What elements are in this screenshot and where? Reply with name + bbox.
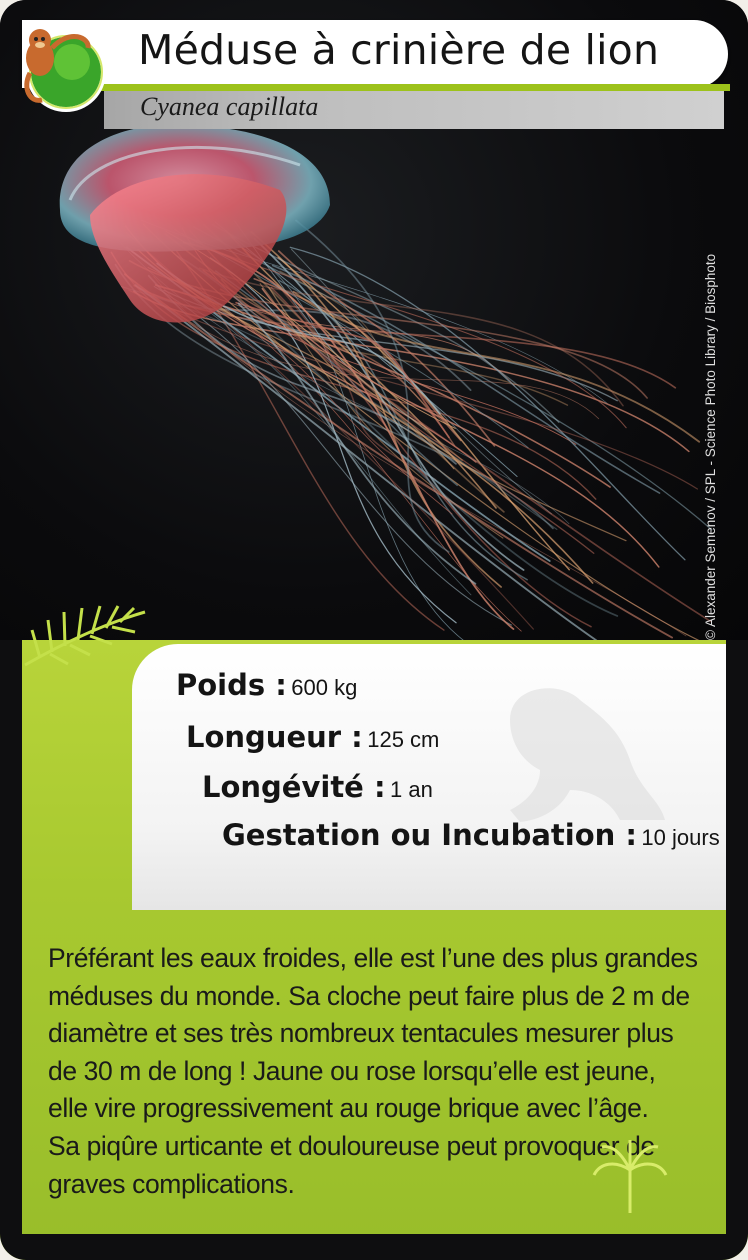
stat-longueur-label: Longueur : bbox=[186, 720, 363, 754]
monkey-globe-icon bbox=[24, 29, 106, 112]
stat-longevite: Longévité : 1 an bbox=[202, 770, 433, 804]
tentacle-stroke bbox=[253, 237, 525, 571]
scientific-name: Cyanea capillata bbox=[140, 92, 319, 121]
stat-longevite-label: Longévité : bbox=[202, 770, 386, 804]
tentacle-stroke bbox=[219, 288, 712, 623]
stat-longevite-value: 1 an bbox=[390, 777, 433, 802]
stat-longueur-value: 125 cm bbox=[367, 727, 440, 752]
stat-poids-label: Poids : bbox=[176, 668, 287, 702]
palm-tree-icon bbox=[592, 1140, 668, 1213]
stat-longueur: Longueur : 125 cm bbox=[186, 720, 439, 754]
frog-silhouette-icon bbox=[510, 688, 665, 822]
description-line: elle vire progressivement au rouge briqu… bbox=[48, 1093, 649, 1124]
description-line: de 30 m de long ! Jaune ou rose lorsqu’e… bbox=[48, 1055, 656, 1086]
stat-poids: Poids : 600 kg bbox=[176, 668, 357, 702]
tentacle-stroke bbox=[271, 264, 661, 494]
description-line: diamètre et ses très nombreux tentacules… bbox=[48, 1018, 674, 1049]
stat-gestation-value: 10 jours bbox=[641, 825, 720, 850]
description-line: Préférant les eaux froides, elle est l’u… bbox=[48, 943, 698, 973]
palm-leaf-icon bbox=[24, 605, 146, 667]
stat-gestation-label: Gestation ou Incubation : bbox=[222, 818, 637, 852]
animal-card: Méduse à crinière de lion Cyanea capilla… bbox=[0, 0, 748, 1260]
stat-gestation: Gestation ou Incubation : 10 jours bbox=[222, 818, 720, 852]
description-line: méduses du monde. Sa cloche peut faire p… bbox=[48, 980, 690, 1011]
card-title: Méduse à crinière de lion bbox=[138, 26, 660, 74]
photo-credit: © Alexander Semenov / SPL - Science Phot… bbox=[703, 253, 718, 640]
stat-poids-value: 600 kg bbox=[291, 675, 358, 700]
title-accent-bar bbox=[90, 84, 730, 91]
